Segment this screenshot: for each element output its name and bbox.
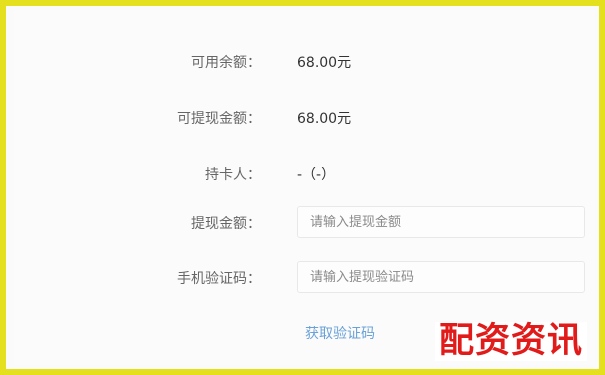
available-balance-row: 可用余额： 68.00元 — [14, 45, 595, 79]
get-verification-code-link[interactable]: 获取验证码 — [305, 323, 375, 343]
withdrawable-amount-row: 可提现金额： 68.00元 — [14, 101, 595, 135]
withdrawable-amount-label: 可提现金额： — [177, 111, 261, 127]
cardholder-row: 持卡人： -（-） — [14, 157, 595, 191]
withdraw-amount-row: 提现金额： — [14, 206, 595, 240]
cardholder-label: 持卡人： — [205, 167, 261, 183]
available-balance-label: 可用余额： — [191, 55, 261, 71]
verify-code-label: 手机验证码： — [177, 271, 261, 287]
cardholder-value: -（-） — [297, 167, 336, 183]
withdraw-form-panel: 可用余额： 68.00元 可提现金额： 68.00元 持卡人： -（-） 提现金… — [14, 10, 595, 365]
withdrawable-amount-value: 68.00元 — [297, 111, 352, 127]
withdraw-amount-input[interactable] — [297, 206, 585, 238]
verify-code-row: 手机验证码： — [14, 261, 595, 295]
withdraw-amount-label: 提现金额： — [191, 216, 261, 232]
watermark-text: 配资资讯 — [434, 322, 587, 361]
verify-code-input[interactable] — [297, 261, 585, 293]
screenshot-frame: 可用余额： 68.00元 可提现金额： 68.00元 持卡人： -（-） 提现金… — [0, 0, 605, 375]
available-balance-value: 68.00元 — [297, 55, 352, 71]
